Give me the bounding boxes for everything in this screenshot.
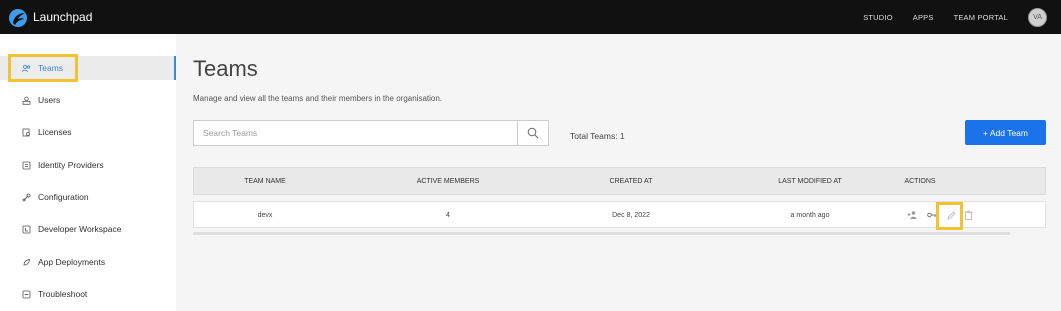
sidebar-item-identity-providers[interactable]: Identity Providers <box>0 153 176 177</box>
cell-active-members: 4 <box>446 212 450 219</box>
search-box <box>193 120 549 146</box>
search-icon <box>527 127 539 139</box>
nav-team-portal[interactable]: TEAM PORTAL <box>954 13 1008 22</box>
sidebar-item-label: Identity Providers <box>38 160 104 170</box>
licenses-icon <box>22 128 31 137</box>
identity-icon <box>22 161 31 170</box>
sidebar-item-label: Licenses <box>38 127 72 137</box>
top-nav: STUDIO APPS TEAM PORTAL VA <box>863 0 1061 34</box>
sidebar-item-users[interactable]: Users <box>0 88 176 112</box>
page-title: Teams <box>193 56 258 81</box>
search-button[interactable] <box>517 121 548 145</box>
add-person-icon <box>907 211 916 219</box>
sidebar-item-licenses[interactable]: Licenses <box>0 120 176 144</box>
column-created-at[interactable]: CREATED AT <box>610 178 653 185</box>
nav-apps[interactable]: APPS <box>913 13 934 22</box>
search-input[interactable] <box>194 121 518 145</box>
column-actions: ACTIONS <box>904 178 936 185</box>
table-row[interactable]: devx 4 Dec 8, 2022 a month ago <box>193 201 1046 228</box>
total-teams: Total Teams: 1 <box>570 131 625 141</box>
highlight-key-action <box>936 202 963 230</box>
add-team-button[interactable]: + Add Team <box>965 120 1046 145</box>
avatar[interactable]: VA <box>1028 7 1047 27</box>
launchpad-logo-icon[interactable] <box>8 8 28 28</box>
troubleshoot-icon <box>22 290 31 299</box>
avatar-initials: VA <box>1033 13 1042 21</box>
column-active-members[interactable]: ACTIVE MEMBERS <box>417 178 480 185</box>
sidebar-item-troubleshoot[interactable]: Troubleshoot <box>0 282 176 306</box>
sidebar-item-label: Configuration <box>38 192 89 202</box>
column-last-modified-at[interactable]: LAST MODIFIED AT <box>778 178 842 185</box>
trash-icon <box>964 210 972 220</box>
sidebar-item-configuration[interactable]: Configuration <box>0 185 176 209</box>
main-content: Teams Manage and view all the teams and … <box>176 34 1061 311</box>
page-subtitle: Manage and view all the teams and their … <box>193 94 443 103</box>
delete-team-button[interactable] <box>962 209 974 221</box>
sidebar-item-label: Users <box>38 95 61 105</box>
top-bar: Launchpad STUDIO APPS TEAM PORTAL VA <box>0 0 1061 34</box>
cell-created-at: Dec 8, 2022 <box>612 212 650 219</box>
table-scrollbar[interactable] <box>193 232 1010 235</box>
column-team-name[interactable]: TEAM NAME <box>244 178 286 185</box>
deployments-icon <box>22 258 31 267</box>
brand-name[interactable]: Launchpad <box>33 10 92 24</box>
sidebar-item-app-deployments[interactable]: App Deployments <box>0 250 176 274</box>
configuration-icon <box>22 193 31 202</box>
highlight-teams <box>8 54 78 82</box>
add-member-button[interactable] <box>906 209 918 221</box>
sidebar-item-label: Developer Workspace <box>38 224 122 234</box>
table-header: TEAM NAME ACTIVE MEMBERS CREATED AT LAST… <box>193 167 1046 195</box>
sidebar-item-developer-workspace[interactable]: Developer Workspace <box>0 217 176 241</box>
nav-studio[interactable]: STUDIO <box>863 13 893 22</box>
cell-last-modified-at: a month ago <box>790 212 830 219</box>
sidebar-item-label: Troubleshoot <box>38 289 88 299</box>
users-icon <box>22 96 31 105</box>
cell-team-name[interactable]: devx <box>258 212 273 219</box>
sidebar-item-label: App Deployments <box>38 257 106 267</box>
workspace-icon <box>22 225 31 234</box>
